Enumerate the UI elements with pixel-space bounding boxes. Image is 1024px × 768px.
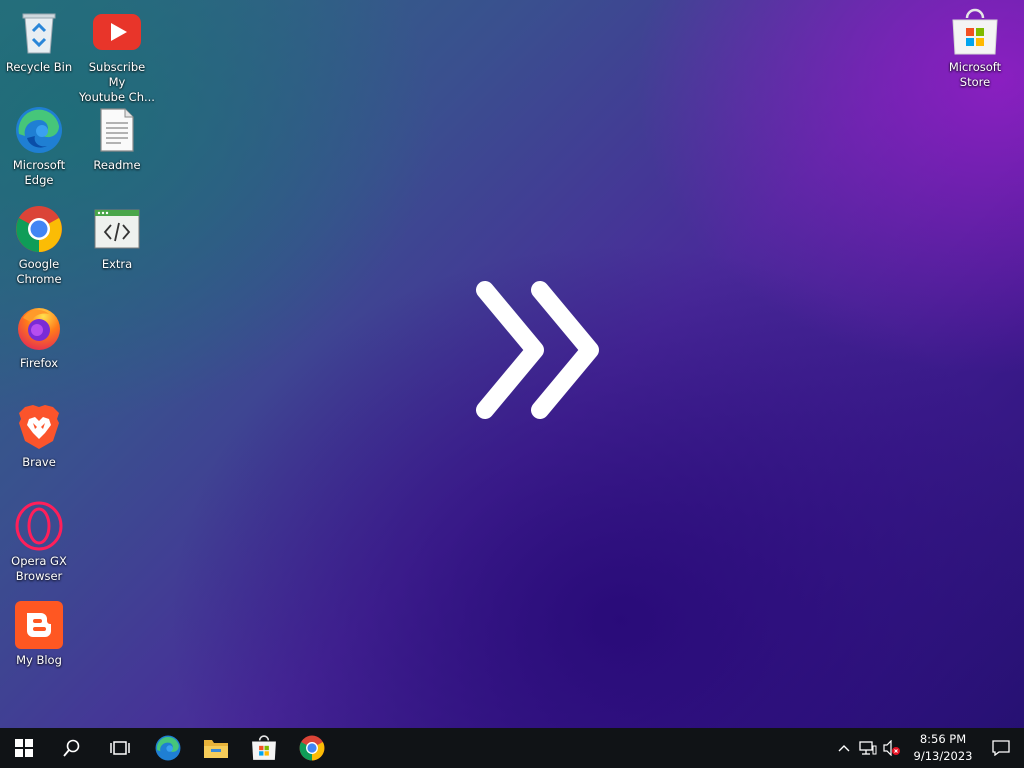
action-center-button[interactable] bbox=[978, 728, 1024, 768]
text-document-icon bbox=[91, 104, 143, 156]
brave-icon bbox=[13, 401, 65, 453]
taskbar-clock[interactable]: 8:56 PM 9/13/2023 bbox=[908, 731, 978, 765]
icon-label: Google Chrome bbox=[16, 257, 62, 286]
firefox-icon bbox=[13, 302, 65, 354]
file-explorer-icon bbox=[204, 740, 228, 758]
icon-label: Recycle Bin bbox=[5, 60, 73, 74]
icon-label: Microsoft Store bbox=[948, 60, 1002, 89]
chrome-icon bbox=[13, 203, 65, 255]
youtube-icon bbox=[91, 6, 143, 58]
search-button[interactable] bbox=[48, 728, 96, 768]
microsoft-store-icon bbox=[252, 735, 276, 760]
chrome-icon bbox=[299, 735, 325, 761]
edge-icon bbox=[155, 735, 181, 761]
task-view-icon bbox=[110, 741, 130, 755]
recycle-bin-icon bbox=[13, 6, 65, 58]
opera-gx-icon bbox=[13, 500, 65, 552]
show-hidden-icons-button[interactable] bbox=[832, 728, 856, 768]
taskbar-edge[interactable] bbox=[144, 728, 192, 768]
icon-label: Readme bbox=[93, 158, 141, 172]
edge-icon bbox=[13, 104, 65, 156]
chevron-up-icon bbox=[838, 745, 850, 752]
blogger-icon bbox=[13, 599, 65, 651]
desktop-icon-my-blog[interactable]: My Blog bbox=[1, 599, 77, 668]
icon-label: Extra bbox=[101, 257, 133, 271]
desktop-icon-chrome[interactable]: Google Chrome bbox=[1, 203, 77, 287]
volume-muted-icon bbox=[883, 740, 900, 756]
desktop-icon-recycle-bin[interactable]: Recycle Bin bbox=[1, 6, 77, 75]
network-icon bbox=[859, 741, 877, 755]
start-icon bbox=[15, 739, 33, 757]
icon-label: Firefox bbox=[19, 356, 59, 370]
clock-date: 9/13/2023 bbox=[913, 749, 973, 763]
taskbar-chrome[interactable] bbox=[288, 728, 336, 768]
taskbar-file-explorer[interactable] bbox=[192, 728, 240, 768]
taskbar: 8:56 PM 9/13/2023 bbox=[0, 728, 1024, 768]
microsoft-store-icon bbox=[949, 6, 1001, 58]
volume-button[interactable] bbox=[880, 728, 904, 768]
desktop-icon-extra[interactable]: Extra bbox=[79, 203, 155, 272]
clock-time: 8:56 PM bbox=[919, 732, 967, 746]
icon-label: Brave bbox=[22, 455, 56, 469]
start-button[interactable] bbox=[0, 728, 48, 768]
task-view-button[interactable] bbox=[96, 728, 144, 768]
desktop-icon-firefox[interactable]: Firefox bbox=[1, 302, 77, 371]
icon-label: Opera GX Browser bbox=[11, 554, 67, 583]
code-window-icon bbox=[91, 203, 143, 255]
system-tray: 8:56 PM 9/13/2023 bbox=[832, 728, 1024, 768]
desktop-icon-brave[interactable]: Brave bbox=[1, 401, 77, 470]
icon-label: Subscribe My Youtube Ch... bbox=[79, 60, 155, 104]
desktop-icon-youtube[interactable]: Subscribe My Youtube Ch... bbox=[79, 6, 155, 105]
icon-label: My Blog bbox=[16, 653, 62, 667]
network-button[interactable] bbox=[856, 728, 880, 768]
double-chevron-icon bbox=[470, 275, 610, 425]
search-icon bbox=[63, 739, 80, 757]
notification-icon bbox=[992, 740, 1010, 756]
desktop-icon-edge[interactable]: Microsoft Edge bbox=[1, 104, 77, 188]
desktop-icon-opera-gx[interactable]: Opera GX Browser bbox=[1, 500, 77, 584]
desktop-icon-readme[interactable]: Readme bbox=[79, 104, 155, 173]
icon-label: Microsoft Edge bbox=[12, 158, 66, 187]
desktop-icon-microsoft-store[interactable]: Microsoft Store bbox=[937, 6, 1013, 90]
taskbar-microsoft-store[interactable] bbox=[240, 728, 288, 768]
desktop: Recycle Bin Subscribe My Youtube Ch... M… bbox=[0, 0, 1024, 728]
